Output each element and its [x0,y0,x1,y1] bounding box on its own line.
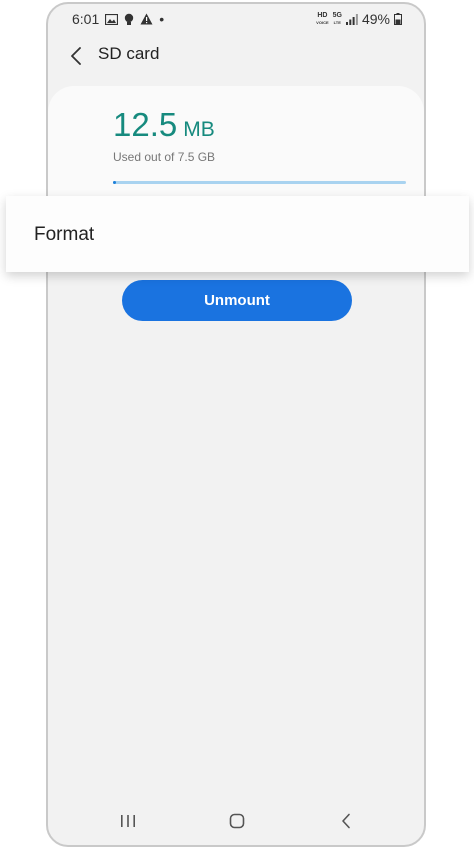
hd-label: HD [317,12,328,19]
unmount-button[interactable]: Unmount [122,280,352,321]
battery-percent: 49% [361,11,390,27]
nav-back-button[interactable] [328,807,364,835]
phone-frame: 6:01 • HD VOICE 5G LTE 49% SD card 12.5 … [46,2,426,847]
battery-icon [394,13,402,25]
voice-label: VOICE [316,20,329,25]
network-5g-label: 5G [332,12,342,19]
navigation-bar [48,797,424,845]
status-left: 6:01 • [72,11,164,27]
warning-notification-icon [140,13,153,25]
app-bar: SD card [48,34,424,78]
nav-back-icon [342,813,350,829]
page-title: SD card [98,44,160,63]
overflow-popup-menu: Format [6,196,469,272]
hd-voice-indicator: HD VOICE [316,12,328,26]
menu-item-format[interactable]: Format [34,224,94,246]
recent-apps-button[interactable] [110,807,146,835]
storage-caption: Used out of 7.5 GB [113,150,216,164]
more-notifications-dot: • [159,11,165,27]
status-bar: 6:01 • HD VOICE 5G LTE 49% [48,4,424,34]
image-notification-icon [105,13,119,25]
chevron-left-icon [71,47,81,65]
home-button[interactable] [219,807,255,835]
network-type-indicator: 5G LTE [333,12,342,26]
back-button[interactable] [62,42,90,70]
status-right: HD VOICE 5G LTE 49% [316,11,402,27]
used-storage: 12.5 MB [113,106,215,144]
network-lte-label: LTE [333,20,341,25]
storage-progress-fill [113,181,116,184]
used-unit: MB [183,118,215,141]
signal-icon [345,13,358,25]
home-icon [229,813,245,829]
bulb-notification-icon [124,13,134,26]
status-time: 6:01 [72,11,100,27]
used-number: 12.5 [113,106,178,143]
recent-apps-icon [121,815,135,827]
storage-progress-bar [113,181,406,184]
